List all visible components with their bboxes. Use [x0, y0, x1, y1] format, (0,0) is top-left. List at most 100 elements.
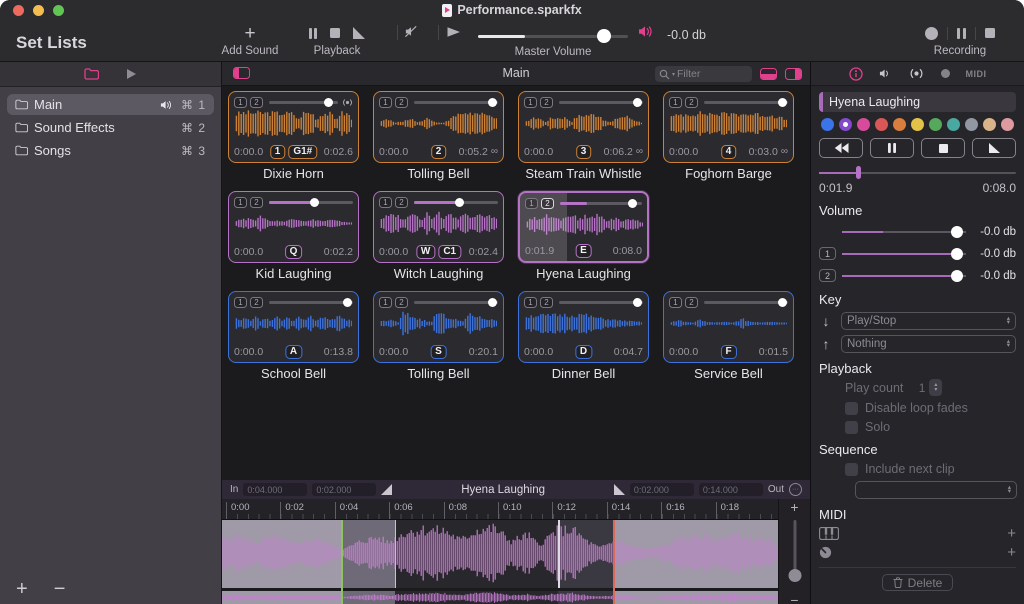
playhead-marker[interactable] — [558, 520, 560, 588]
disable-loop-fades-checkbox[interactable] — [845, 401, 858, 415]
next-clip-dropdown[interactable]: ▴ ▾ — [855, 481, 1017, 499]
fade-out-icon[interactable] — [613, 484, 625, 495]
fade-end-marker[interactable] — [395, 520, 396, 588]
play-fade-icon[interactable] — [446, 26, 462, 38]
bus-badge-1[interactable]: 1 — [234, 296, 247, 308]
tile-volume-slider[interactable] — [269, 296, 353, 308]
key-up-dropdown[interactable]: Nothing ▴ ▾ — [841, 335, 1016, 353]
tile-volume-knob[interactable] — [778, 297, 788, 307]
color-swatch[interactable] — [983, 118, 996, 131]
volume-slider[interactable] — [842, 225, 966, 238]
in-time-field[interactable] — [243, 483, 308, 496]
bus-badge-2[interactable]: 2 — [250, 196, 263, 208]
sound-tile[interactable]: 1 2 0:01.9 E 0:08.0 — [518, 191, 649, 263]
in-point-marker[interactable] — [341, 520, 343, 604]
tile-volume-slider[interactable] — [414, 196, 498, 208]
add-midi-controller-button[interactable]: + — [1007, 544, 1016, 561]
bus-badge-2[interactable]: 2 — [395, 296, 408, 308]
tab-midi[interactable]: MIDI — [966, 69, 987, 79]
sound-tile[interactable]: 1 2 0:00.0 W C1 0:02.4 — [373, 191, 504, 263]
bus-badge-1[interactable]: 1 — [234, 96, 247, 108]
record-stop-icon[interactable] — [984, 28, 995, 38]
tile-volume-slider[interactable] — [269, 196, 353, 208]
volume-slider[interactable] — [842, 269, 966, 282]
tile-volume-knob[interactable] — [628, 198, 638, 208]
sound-tile[interactable]: 1 2 0:00.0 3 0:06.2 ∞ — [518, 91, 649, 163]
pause-button[interactable] — [870, 138, 914, 158]
bus-badge-2[interactable]: 2 — [395, 196, 408, 208]
volume-slider[interactable] — [842, 247, 966, 260]
bus-badge-2[interactable]: 2 — [250, 296, 263, 308]
sound-tile[interactable]: 1 2 0:00.0 2 0:05.2 ∞ — [373, 91, 504, 163]
tile-volume-knob[interactable] — [343, 297, 353, 307]
bus-badge-1[interactable]: 1 — [524, 296, 537, 308]
mute-icon[interactable] — [404, 25, 419, 38]
sound-tile[interactable]: 1 2 0:00.0 1 G1# 0:02.6 — [228, 91, 359, 163]
tile-volume-knob[interactable] — [633, 297, 643, 307]
fade-in-duration-field[interactable] — [312, 483, 377, 496]
include-next-clip-checkbox[interactable] — [845, 462, 858, 476]
color-swatch[interactable] — [893, 118, 906, 131]
bus-badge-2[interactable]: 2 — [685, 96, 698, 108]
key-down-dropdown[interactable]: Play/Stop ▴ ▾ — [841, 312, 1016, 330]
fade-in-icon[interactable] — [381, 484, 393, 495]
tile-volume-slider[interactable] — [414, 296, 498, 308]
tab-output-icon[interactable] — [908, 68, 925, 79]
bus-badge-1[interactable]: 1 — [525, 197, 538, 209]
pause-all-icon[interactable] — [308, 27, 318, 39]
tile-volume-knob[interactable] — [309, 197, 319, 207]
waveform-region[interactable] — [222, 520, 778, 604]
bus-badge-2[interactable]: 2 — [685, 296, 698, 308]
tab-record-icon[interactable] — [940, 69, 950, 78]
zoom-out-button[interactable]: − — [779, 592, 810, 604]
bus-badge-1[interactable]: 1 — [669, 96, 682, 108]
sound-tile[interactable]: 1 2 0:00.0 A 0:13.8 — [228, 291, 359, 363]
zoom-in-button[interactable]: + — [779, 499, 810, 515]
stop-all-icon[interactable] — [330, 28, 341, 38]
out-point-marker[interactable] — [613, 520, 615, 604]
toggle-editor-panel-icon[interactable] — [760, 68, 777, 80]
playlists-tab-play-icon[interactable] — [125, 68, 137, 80]
tile-volume-knob[interactable] — [778, 97, 788, 107]
play-count-value[interactable]: 1 — [903, 381, 926, 395]
fade-button[interactable] — [972, 138, 1016, 158]
sound-tile[interactable]: 1 2 0:00.0 4 0:03.0 ∞ — [663, 91, 794, 163]
loop-options-icon[interactable]: ··· — [789, 483, 802, 496]
tile-volume-knob[interactable] — [633, 97, 643, 107]
bus-badge-2[interactable]: 2 — [395, 96, 408, 108]
bus-badge-2[interactable]: 2 — [540, 296, 553, 308]
fade-all-icon[interactable] — [353, 27, 366, 39]
tile-volume-knob[interactable] — [488, 297, 498, 307]
sound-tile[interactable]: 1 2 0:00.0 D 0:04.7 — [518, 291, 649, 363]
color-swatch[interactable] — [929, 118, 942, 131]
sound-name-field[interactable]: Hyena Laughing — [819, 92, 1016, 112]
add-set-list-button[interactable]: + — [16, 579, 28, 599]
waveform-main[interactable] — [222, 520, 778, 588]
color-swatch[interactable] — [821, 118, 834, 131]
setlist-item[interactable]: Songs ⌘ 3 — [7, 140, 214, 161]
tile-volume-slider[interactable] — [559, 96, 643, 108]
out-time-field[interactable] — [698, 483, 763, 496]
tab-audio-icon[interactable] — [879, 68, 892, 79]
zoom-slider-handle[interactable] — [788, 569, 801, 582]
filter-input[interactable] — [677, 68, 748, 80]
waveform-overview[interactable] — [222, 591, 778, 604]
color-swatch[interactable] — [875, 118, 888, 131]
bus-badge-1[interactable]: 1 — [379, 96, 392, 108]
solo-checkbox[interactable] — [845, 420, 858, 434]
volume-knob[interactable] — [951, 247, 964, 260]
set-lists-tab-folder-icon[interactable] — [84, 68, 99, 80]
volume-knob[interactable] — [951, 269, 964, 282]
tile-volume-slider[interactable] — [704, 96, 788, 108]
setlist-item[interactable]: Main ⌘ 1 — [7, 94, 214, 115]
play-count-stepper[interactable]: ▴ ▾ — [929, 379, 943, 396]
bus-badge-1[interactable]: 1 — [524, 96, 537, 108]
setlist-item[interactable]: Sound Effects ⌘ 2 — [7, 117, 214, 138]
color-swatch[interactable] — [857, 118, 870, 131]
add-midi-note-button[interactable]: + — [1007, 525, 1016, 542]
remove-set-list-button[interactable]: − — [54, 579, 66, 599]
record-icon[interactable] — [925, 26, 939, 40]
stop-button[interactable] — [921, 138, 965, 158]
tile-volume-slider[interactable] — [704, 296, 788, 308]
master-volume-knob[interactable] — [596, 29, 611, 43]
